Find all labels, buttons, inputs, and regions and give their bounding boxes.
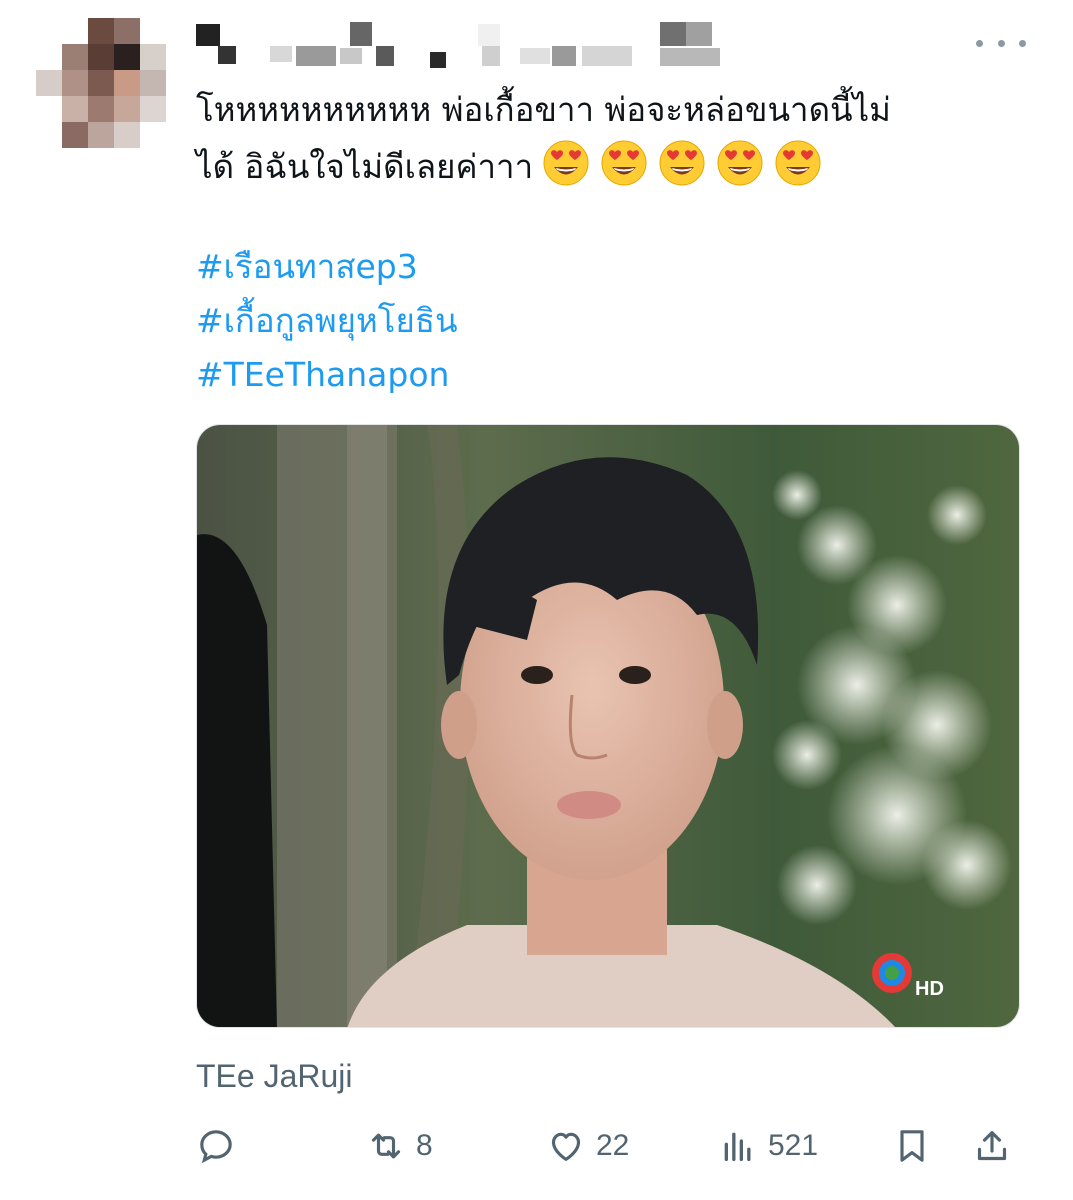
heart-eyes-emoji [717, 140, 763, 186]
views-count: 521 [768, 1129, 819, 1162]
author-name-obscured[interactable] [190, 18, 750, 74]
like-count: 22 [596, 1129, 630, 1162]
reply-button[interactable] [196, 1118, 246, 1174]
tweet-media-image[interactable]: HD [196, 424, 1020, 1028]
hashtag-link-2[interactable]: #เกื้อกูลพยุหโยธิน [196, 294, 458, 348]
share-button[interactable] [972, 1118, 1012, 1174]
share-icon [977, 1131, 1007, 1161]
heart-eyes-emoji [775, 140, 821, 186]
retweet-icon [371, 1133, 401, 1159]
media-illustration: HD [197, 425, 1019, 1027]
heart-eyes-emoji [543, 140, 589, 186]
retweet-button[interactable]: 8 [366, 1118, 433, 1174]
emoji-row [533, 140, 823, 186]
heart-icon [551, 1132, 581, 1161]
action-bar: 8 22 521 [196, 1118, 1026, 1178]
tweet-text-line-2-text: ได้ อิฉันใจไม่ดีเลยค่าาา [196, 147, 534, 186]
media-caption: TEe JaRuji [196, 1058, 353, 1094]
bookmark-icon [900, 1130, 924, 1162]
analytics-icon [724, 1132, 751, 1161]
hashtag-list: #เรือนทาสep3 #เกื้อกูลพยุหโยธิน #TEeThan… [196, 240, 458, 402]
reply-icon [200, 1130, 232, 1164]
more-options-icon[interactable] [976, 28, 1026, 58]
like-button[interactable]: 22 [546, 1118, 629, 1174]
tweet-text: โหหหหหหหหหห พ่อเกื้อขาา พ่อจะหล่อขนาดนี้… [196, 82, 1026, 195]
tweet-text-line-2: ได้ อิฉันใจไม่ดีเลยค่าาา [196, 138, 1026, 195]
heart-eyes-emoji [601, 140, 647, 186]
channel-logo-text: HD [915, 978, 944, 1000]
tweet-text-line-1: โหหหหหหหหหห พ่อเกื้อขาา พ่อจะหล่อขนาดนี้… [196, 90, 891, 129]
bookmark-button[interactable] [892, 1118, 932, 1174]
heart-eyes-emoji [659, 140, 705, 186]
retweet-count: 8 [416, 1129, 433, 1162]
views-button[interactable]: 521 [718, 1118, 818, 1174]
avatar[interactable] [36, 18, 166, 148]
hashtag-link-1[interactable]: #เรือนทาสep3 [196, 240, 458, 294]
hashtag-link-3[interactable]: #TEeThanapon [196, 348, 458, 402]
